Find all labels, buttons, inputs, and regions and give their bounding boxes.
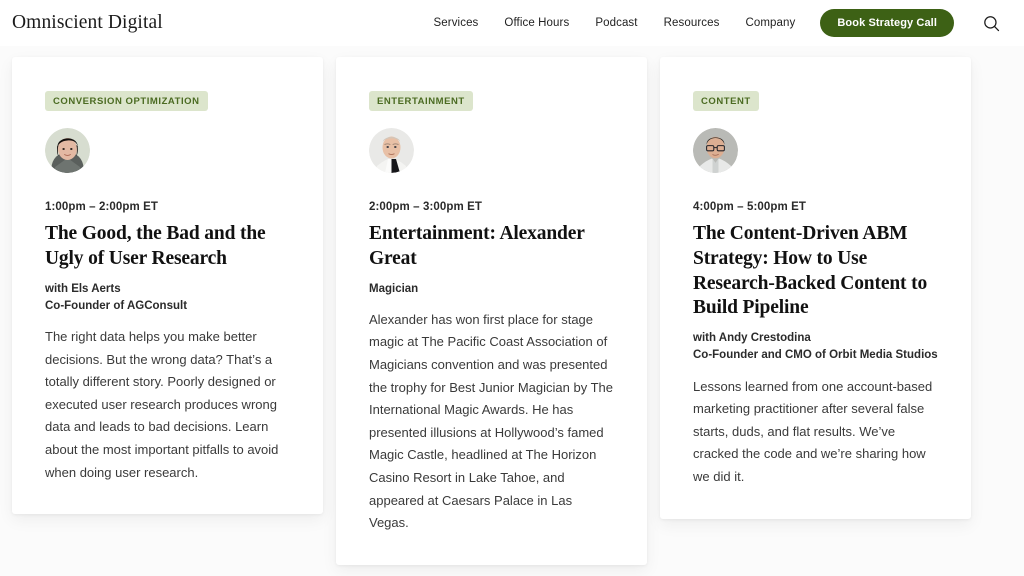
session-card[interactable]: CONVERSION OPTIMIZATION 1:00pm – 2:00pm … <box>12 57 323 515</box>
search-button[interactable] <box>980 12 1002 34</box>
session-description: The right data helps you make better dec… <box>45 329 279 480</box>
avatar-andy-crestodina <box>693 128 738 173</box>
session-title: The Good, the Bad and the Ugly of User R… <box>45 223 266 269</box>
session-time: 1:00pm – 2:00pm ET <box>45 201 159 213</box>
search-icon <box>983 15 999 31</box>
speaker-role: Co-Founder of AGConsult <box>45 299 188 312</box>
session-speaker: Magician <box>369 281 615 298</box>
nav-item-services[interactable]: Services <box>421 17 492 29</box>
session-category-badge: CONTENT <box>693 91 759 111</box>
session-time: 4:00pm – 5:00pm ET <box>693 201 807 213</box>
session-card[interactable]: ENTERTAINMENT 2:00pm – 3:00pm ET Enterta… <box>336 57 647 565</box>
session-category-badge: CONVERSION OPTIMIZATION <box>45 91 208 111</box>
session-description: Alexander has won first place for stage … <box>369 311 613 531</box>
session-title: The Content-Driven ABM Strategy: How to … <box>693 223 928 319</box>
session-speaker: with Andy Crestodina Co-Founder and CMO … <box>693 330 939 365</box>
nav-item-company[interactable]: Company <box>732 17 808 29</box>
book-strategy-call-button[interactable]: Book Strategy Call <box>820 9 954 37</box>
nav-item-office-hours[interactable]: Office Hours <box>491 17 582 29</box>
session-category-badge: ENTERTAINMENT <box>369 91 473 111</box>
speaker-name: with Andy Crestodina <box>693 332 811 344</box>
speaker-name: with Els Aerts <box>45 282 121 295</box>
nav-item-resources[interactable]: Resources <box>651 17 733 29</box>
session-card[interactable]: CONTENT 4:00pm – 5:00pm ET The Content-D <box>660 57 971 519</box>
avatar-els-aerts <box>45 128 90 173</box>
speaker-role: Co-Founder and CMO of Orbit Media Studio… <box>693 349 938 362</box>
session-time: 2:00pm – 3:00pm ET <box>369 201 483 213</box>
site-header: Omniscient Digital Services Office Hours… <box>0 0 1024 46</box>
session-description: Lessons learned from one account-based m… <box>693 378 933 484</box>
main-navigation: Services Office Hours Podcast Resources … <box>421 9 1006 37</box>
session-title: Entertainment: Alexander Great <box>369 223 585 269</box>
session-cards-row: CONVERSION OPTIMIZATION 1:00pm – 2:00pm … <box>0 46 1024 565</box>
session-speaker: with Els Aerts Co-Founder of AGConsult <box>45 281 291 316</box>
speaker-name: Magician <box>369 282 419 295</box>
site-logo[interactable]: Omniscient Digital <box>12 12 163 34</box>
avatar-alexander-great <box>369 128 414 173</box>
nav-item-podcast[interactable]: Podcast <box>582 17 650 29</box>
